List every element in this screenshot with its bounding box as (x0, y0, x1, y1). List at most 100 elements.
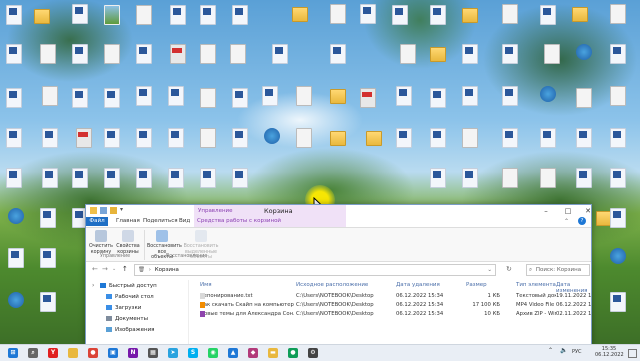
desktop-shortcut-icon[interactable] (72, 44, 88, 64)
skype-icon[interactable]: S (188, 348, 198, 358)
desktop-shortcut-icon[interactable] (462, 168, 478, 188)
desktop-shortcut-icon[interactable] (6, 128, 22, 148)
address-bar[interactable]: 🗑 › Корзина ⌄ (134, 264, 496, 276)
desktop-shortcut-icon[interactable] (200, 128, 216, 148)
tab-file[interactable]: Файл (86, 217, 108, 226)
search-icon[interactable]: ⌕ (28, 348, 38, 358)
desktop-shortcut-icon[interactable] (610, 44, 626, 64)
desktop-shortcut-icon[interactable] (168, 128, 184, 148)
desktop-shortcut-icon[interactable] (360, 88, 376, 108)
desktop-shortcut-icon[interactable] (540, 128, 556, 148)
desktop-shortcut-icon[interactable] (42, 86, 58, 106)
desktop-shortcut-icon[interactable] (200, 5, 216, 25)
desktop-shortcut-icon[interactable] (104, 88, 120, 108)
desktop-shortcut-icon[interactable] (232, 88, 248, 108)
desktop-shortcut-icon[interactable] (366, 131, 382, 146)
desktop-shortcut-icon[interactable] (40, 292, 56, 312)
desktop-shortcut-icon[interactable] (430, 128, 446, 148)
nav-item[interactable]: Рабочий стол (106, 294, 154, 300)
up-button[interactable]: ↑ (122, 265, 128, 273)
address-dropdown-icon[interactable]: ⌄ (487, 265, 492, 275)
desktop-shortcut-icon[interactable] (610, 208, 626, 228)
yandex-icon[interactable]: Y (48, 348, 58, 358)
recycle-bin-properties-button[interactable]: Свойства корзины (115, 230, 141, 255)
desktop-shortcut-icon[interactable] (576, 168, 592, 188)
desktop-shortcut-icon[interactable] (292, 7, 308, 22)
desktop-shortcut-icon[interactable] (400, 44, 416, 64)
expand-chevron-icon[interactable]: › (92, 282, 94, 289)
desktop-shortcut-icon[interactable] (8, 208, 24, 224)
column-header-name[interactable]: Имя (200, 282, 212, 288)
store-icon[interactable]: ▣ (108, 348, 118, 358)
back-button[interactable]: ← (92, 265, 98, 273)
nav-item[interactable]: Изображения (106, 327, 154, 333)
onenote-icon[interactable]: N (128, 348, 138, 358)
desktop-shortcut-icon[interactable] (136, 168, 152, 188)
desktop-shortcut-icon[interactable] (104, 128, 120, 148)
tab-home[interactable]: Главная (116, 218, 140, 224)
desktop-shortcut-icon[interactable] (502, 4, 518, 24)
whatsapp-icon[interactable]: ◉ (208, 348, 218, 358)
desktop-shortcut-icon[interactable] (330, 131, 346, 146)
desktop-shortcut-icon[interactable] (296, 128, 312, 148)
column-header-date-deleted[interactable]: Дата удаления (396, 282, 440, 288)
desktop-shortcut-icon[interactable] (610, 128, 626, 148)
desktop-shortcut-icon[interactable] (8, 248, 24, 268)
desktop-shortcut-icon[interactable] (6, 5, 22, 25)
refresh-button[interactable]: ↻ (506, 265, 512, 273)
help-icon[interactable]: ? (578, 217, 586, 225)
column-header-location[interactable]: Исходное расположение (296, 282, 368, 288)
desktop-shortcut-icon[interactable] (502, 44, 518, 64)
properties-icon[interactable] (100, 207, 107, 214)
clock[interactable]: 15:35 06.12.2022 (595, 346, 624, 358)
column-header-type[interactable]: Тип элемента (516, 282, 556, 288)
desktop-shortcut-icon[interactable] (76, 128, 92, 148)
file-explorer-icon[interactable]: ▬ (268, 348, 278, 358)
desktop-shortcut-icon[interactable] (330, 4, 346, 24)
windows-start-icon[interactable]: ⊞ (8, 348, 18, 358)
close-button[interactable]: ✕ (577, 205, 591, 217)
desktop-shortcut-icon[interactable] (6, 88, 22, 108)
desktop-shortcut-icon[interactable] (8, 292, 24, 308)
desktop-shortcut-icon[interactable] (430, 47, 446, 62)
desktop-shortcut-icon[interactable] (232, 5, 248, 25)
desktop-shortcut-icon[interactable] (396, 86, 412, 106)
folder-icon[interactable] (68, 348, 78, 358)
file-row[interactable]: Как скачать Скайп на компьютер... C:\User… (194, 302, 591, 311)
desktop-shortcut-icon[interactable] (168, 168, 184, 188)
desktop-shortcut-icon[interactable] (230, 44, 246, 64)
new-folder-icon[interactable] (110, 207, 117, 214)
desktop-shortcut-icon[interactable] (170, 5, 186, 25)
desktop-shortcut-icon[interactable] (264, 128, 280, 144)
desktop-shortcut-icon[interactable] (168, 86, 184, 106)
desktop-shortcut-icon[interactable] (610, 248, 626, 264)
desktop-shortcut-icon[interactable] (610, 168, 626, 188)
desktop-shortcut-icon[interactable] (430, 5, 446, 25)
nav-item[interactable]: Документы (106, 316, 148, 322)
desktop-shortcut-icon[interactable] (40, 208, 56, 228)
desktop-shortcut-icon[interactable] (200, 88, 216, 108)
photos-icon[interactable]: ▲ (228, 348, 238, 358)
desktop-shortcut-icon[interactable] (136, 5, 152, 25)
desktop-shortcut-icon[interactable] (296, 86, 312, 106)
desktop-shortcut-icon[interactable] (72, 4, 88, 24)
desktop-shortcut-icon[interactable] (72, 88, 88, 108)
desktop-shortcut-icon[interactable] (540, 168, 556, 188)
desktop-shortcut-icon[interactable] (200, 168, 216, 188)
desktop-shortcut-icon[interactable] (462, 128, 478, 148)
file-row[interactable]: Новые темы для Александра Сон... C:\Users… (194, 311, 591, 320)
desktop-shortcut-icon[interactable] (330, 89, 346, 104)
desktop-shortcut-icon[interactable] (462, 44, 478, 64)
desktop-shortcut-icon[interactable] (430, 168, 446, 188)
desktop-shortcut-icon[interactable] (572, 7, 588, 22)
calendar-icon[interactable]: ▦ (148, 348, 158, 358)
desktop-shortcut-icon[interactable] (136, 86, 152, 106)
forward-button[interactable]: → (102, 265, 108, 273)
desktop-shortcut-icon[interactable] (200, 44, 216, 64)
desktop-shortcut-icon[interactable] (462, 8, 478, 23)
tab-share[interactable]: Поделиться (143, 218, 178, 224)
file-row[interactable]: депонирование.txt C:\Users\NOTEBOOK\Deskt… (194, 293, 591, 302)
desktop-shortcut-icon[interactable] (6, 168, 22, 188)
language-indicator[interactable]: РУС (572, 349, 582, 355)
chevron-up-icon[interactable]: ⌃ (564, 218, 569, 225)
